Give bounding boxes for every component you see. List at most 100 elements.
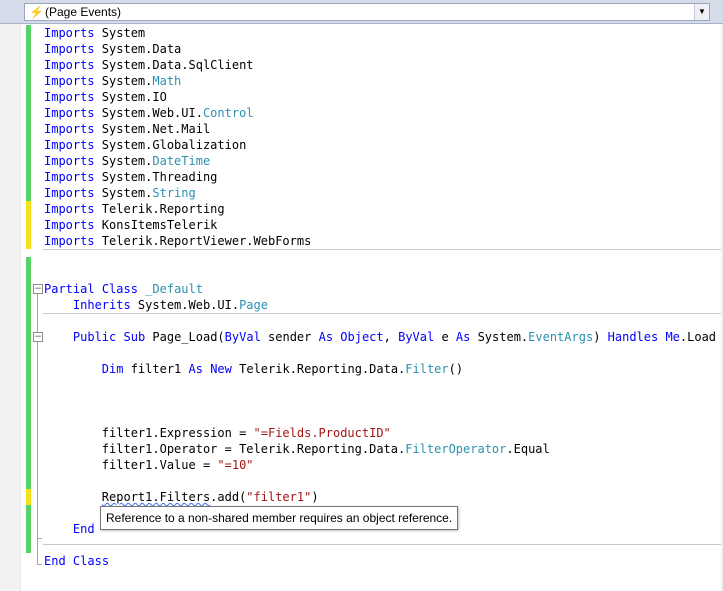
code-line[interactable]: filter1.Operator = Telerik.Reporting.Dat… [44, 441, 550, 457]
procedure-separator [43, 249, 723, 250]
keyword-token: Partial [44, 282, 95, 296]
code-token: ) [593, 330, 608, 344]
code-line[interactable]: Imports KonsItemsTelerik [44, 217, 217, 233]
code-line[interactable]: Imports System.IO [44, 89, 167, 105]
code-token: e [434, 330, 456, 344]
code-token: .Load [679, 330, 717, 344]
member-dropdown[interactable]: ⚡ (Page Events) ▼ [24, 3, 710, 21]
keyword-token: Imports [44, 138, 95, 152]
code-line[interactable]: Imports System.Math [44, 73, 181, 89]
code-token: System. [94, 186, 153, 200]
code-line[interactable]: Imports Telerik.ReportViewer.WebForms [44, 233, 311, 249]
keyword-token: Imports [44, 218, 95, 232]
keyword-token: End [44, 554, 66, 568]
keyword-token: Sub [123, 330, 146, 344]
type-token: DateTime [152, 154, 211, 168]
keyword-token: Imports [44, 122, 95, 136]
code-token: , [383, 330, 399, 344]
outline-guide-end [37, 564, 42, 565]
chevron-down-icon[interactable]: ▼ [694, 4, 709, 20]
keyword-token: Imports [44, 42, 95, 56]
code-line[interactable]: Report1.Filters.add("filter1") [44, 489, 319, 505]
code-line[interactable]: filter1.Value = "=10" [44, 457, 254, 473]
change-bar-unsaved [26, 201, 31, 249]
code-token: filter1.Operator = Telerik.Reporting.Dat… [44, 442, 406, 456]
code-line[interactable]: Partial Class _Default [44, 281, 203, 297]
code-line[interactable]: Imports System [44, 25, 145, 41]
procedure-separator [43, 313, 723, 314]
keyword-token: As [455, 330, 471, 344]
code-token: Telerik.Reporting.Data. [231, 362, 406, 376]
error-tooltip: Reference to a non-shared member require… [100, 506, 459, 530]
type-token: Filter [405, 362, 449, 376]
code-line[interactable]: Imports System.Web.UI.Control [44, 105, 254, 121]
event-lightning-icon: ⚡ [29, 5, 44, 19]
string-token: "=Fields.ProductID" [253, 426, 391, 440]
code-line[interactable]: Inherits System.Web.UI.Page [44, 297, 268, 313]
keyword-token: ByVal [398, 330, 435, 344]
code-token: ) [311, 490, 319, 504]
outline-guide [37, 342, 38, 538]
collapse-sub-toggle[interactable]: − [33, 332, 43, 342]
code-line[interactable]: End [44, 521, 95, 537]
indicator-margin [0, 24, 21, 591]
collapse-class-toggle[interactable]: − [33, 284, 43, 294]
code-token: System. [94, 154, 153, 168]
keyword-token: Imports [44, 170, 95, 184]
code-line[interactable]: Imports System.DateTime [44, 153, 210, 169]
code-token: System.Web.UI. [130, 298, 240, 312]
change-bar-unsaved [26, 489, 31, 505]
keyword-token: Imports [44, 26, 95, 40]
code-token: filter1.Value = [44, 458, 218, 472]
type-token: Page [239, 298, 268, 312]
keyword-token: Imports [44, 234, 95, 248]
type-token: _Default [145, 282, 203, 296]
keyword-token: Class [101, 282, 138, 296]
code-token: System.Data.SqlClient [94, 58, 254, 72]
code-line[interactable]: Imports Telerik.Reporting [44, 201, 225, 217]
type-token: FilterOperator [405, 442, 507, 456]
keyword-token: Object [340, 330, 384, 344]
change-bar-saved [26, 257, 31, 489]
code-token: filter1 [123, 362, 189, 376]
keyword-token: Dim [101, 362, 124, 376]
procedure-separator [43, 544, 723, 545]
code-line[interactable]: Imports System.Net.Mail [44, 121, 210, 137]
code-line[interactable]: filter1.Expression = "=Fields.ProductID" [44, 425, 391, 441]
code-line[interactable]: Imports System.Data.SqlClient [44, 57, 254, 73]
code-token: () [448, 362, 464, 376]
code-token: System. [470, 330, 529, 344]
keyword-token: Imports [44, 106, 95, 120]
keyword-token: Imports [44, 58, 95, 72]
code-line[interactable]: Dim filter1 As New Telerik.Reporting.Dat… [44, 361, 463, 377]
editor-navigation-bar: ⚡ (Page Events) ▼ [0, 0, 723, 24]
member-dropdown-value: (Page Events) [45, 5, 122, 19]
code-token: System.IO [94, 90, 167, 104]
code-token: KonsItemsTelerik [94, 218, 218, 232]
error-token: Report1.Filters [101, 490, 211, 504]
code-token: .Equal [506, 442, 550, 456]
code-line[interactable]: Public Sub Page_Load(ByVal sender As Obj… [44, 329, 716, 345]
code-line[interactable]: End Class [44, 553, 109, 569]
keyword-token: Me [665, 330, 680, 344]
code-token: System [94, 26, 146, 40]
outline-guide-end [37, 538, 42, 539]
type-token: String [152, 186, 196, 200]
keyword-token: Imports [44, 74, 95, 88]
code-line[interactable]: Imports System.Threading [44, 169, 217, 185]
code-line[interactable]: Imports System.String [44, 185, 196, 201]
change-bar-saved [26, 25, 31, 201]
keyword-token: Imports [44, 202, 95, 216]
keyword-token: Imports [44, 154, 95, 168]
keyword-token: ByVal [224, 330, 261, 344]
code-token: Telerik.Reporting [94, 202, 225, 216]
type-token: EventArgs [528, 330, 594, 344]
code-line[interactable]: Imports System.Data [44, 41, 181, 57]
keyword-token: As [318, 330, 334, 344]
code-line[interactable]: Imports System.Globalization [44, 137, 246, 153]
